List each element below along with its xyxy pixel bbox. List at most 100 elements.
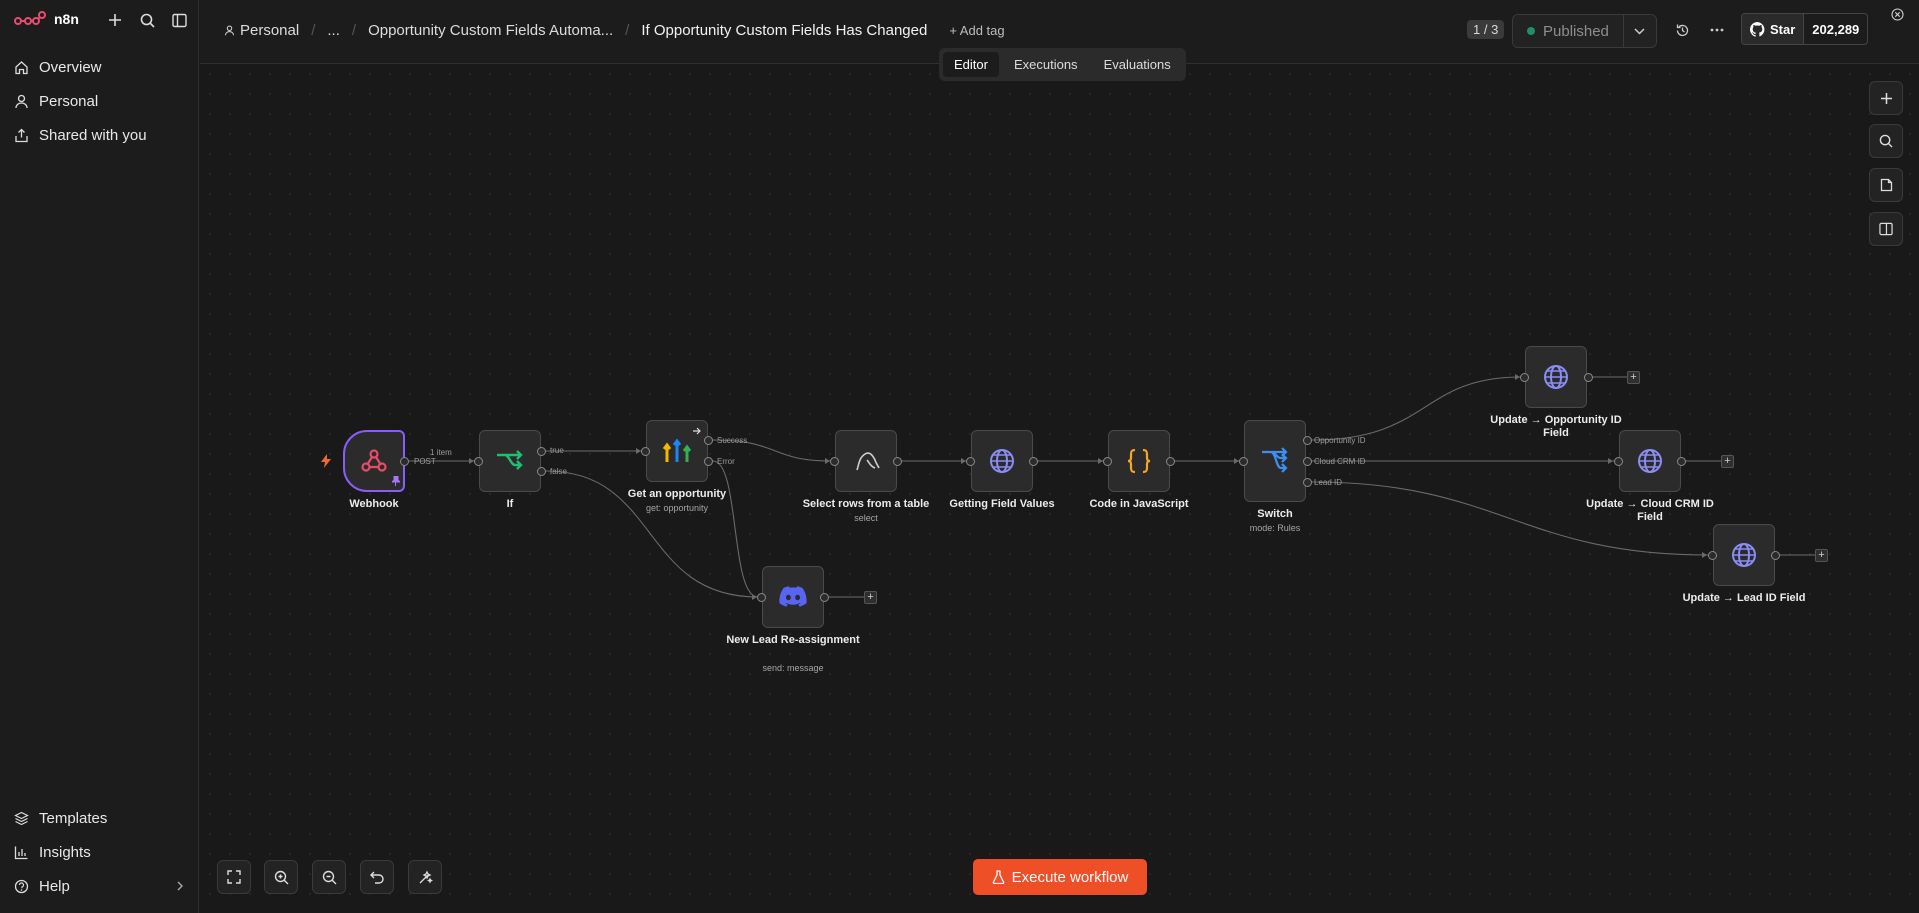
add-icon[interactable] [106,11,124,29]
publish-dropdown[interactable] [1622,15,1656,47]
zoom-out-button[interactable] [312,860,346,894]
output-handle-lead[interactable] [1303,478,1312,487]
add-tag-button[interactable]: + Add tag [949,23,1004,38]
input-handle[interactable] [830,457,839,466]
output-handle[interactable] [400,457,409,466]
node-label: New Lead Re-assignment [726,634,860,646]
toggle-panel-button[interactable] [1869,212,1903,246]
globe-icon [1544,365,1568,389]
globe-icon [1638,449,1662,473]
output-handle[interactable] [1166,457,1175,466]
input-handle[interactable] [1103,457,1112,466]
breadcrumb: Personal / ... / Opportunity Custom Fiel… [224,22,1005,39]
breadcrumb-personal[interactable]: Personal [240,22,299,39]
output-handle[interactable] [820,593,829,602]
node-update-lead[interactable] [1713,524,1775,586]
close-icon[interactable] [1891,8,1904,26]
zoom-out-icon [322,870,336,884]
share-icon [15,128,28,142]
fit-view-button[interactable] [217,860,251,894]
node-update-crm[interactable] [1619,430,1681,492]
input-handle[interactable] [1520,373,1529,382]
sidebar-item-templates[interactable]: Templates [14,807,107,829]
globe-icon [990,449,1014,473]
add-node-button[interactable]: + [864,591,877,604]
output-handle[interactable] [1771,551,1780,560]
output-handle[interactable] [1029,457,1038,466]
view-tabs: Editor Executions Evaluations [939,48,1186,81]
input-handle[interactable] [757,593,766,602]
add-node-button[interactable]: + [1815,549,1828,562]
wire-label-success: Success [717,436,748,445]
input-handle[interactable] [474,457,483,466]
tidy-up-button[interactable] [408,860,442,894]
tab-evaluations[interactable]: Evaluations [1093,52,1182,77]
node-select-rows[interactable] [835,430,897,492]
highlevel-icon [662,438,692,462]
output-handle-error[interactable] [704,457,713,466]
node-new-lead-reassignment[interactable] [762,566,824,628]
node-sublabel: mode: Rules [1249,523,1301,533]
undo-button[interactable] [360,860,394,894]
node-update-opportunity[interactable] [1525,346,1587,408]
add-node-panel-button[interactable] [1869,81,1903,115]
github-star-label: Star [1770,21,1796,37]
breadcrumb-ellipsis[interactable]: ... [327,22,340,39]
more-options-icon[interactable] [1707,20,1727,40]
published-button[interactable]: Published [1513,15,1623,47]
node-get-opportunity[interactable] [646,420,708,482]
input-handle[interactable] [1708,551,1717,560]
sidebar-item-insights[interactable]: Insights [14,841,91,863]
arrow-right-icon [693,427,701,435]
wire-label-opp-id: Opportunity ID [1314,436,1366,445]
node-getting-field-values[interactable] [971,430,1033,492]
output-handle[interactable] [1584,373,1593,382]
node-if[interactable] [479,430,541,492]
sidebar-item-label: Personal [39,92,99,110]
sticky-note-button[interactable] [1869,168,1903,202]
input-handle[interactable] [1614,457,1623,466]
sidebar-item-shared[interactable]: Shared with you [14,124,147,146]
execute-workflow-button[interactable]: Execute workflow [973,859,1147,895]
node-label: Get an opportunity [627,488,727,500]
execute-workflow-label: Execute workflow [1011,868,1129,886]
output-handle[interactable] [1677,457,1686,466]
github-star-button[interactable]: Star 202,289 [1741,13,1869,45]
webhook-icon [361,449,387,472]
output-handle-success[interactable] [704,436,713,445]
output-handle-crm[interactable] [1303,457,1312,466]
input-handle[interactable] [966,457,975,466]
node-label: If [506,498,514,510]
node-webhook[interactable] [343,430,405,492]
workflow-title[interactable]: If Opportunity Custom Fields Has Changed [641,22,927,39]
history-icon[interactable] [1672,20,1692,40]
sidebar-item-label: Insights [39,843,91,861]
version-pager[interactable]: 1 / 3 [1467,20,1505,39]
search-nodes-button[interactable] [1869,124,1903,158]
node-switch[interactable] [1244,420,1306,502]
output-handle-true[interactable] [537,447,546,456]
sidebar: n8n Overview Personal Shared with you Te… [0,0,199,913]
chevron-right-icon [177,881,183,891]
tab-editor[interactable]: Editor [943,52,999,77]
node-label: Select rows from a table [802,498,930,510]
input-handle[interactable] [1239,457,1248,466]
output-handle-false[interactable] [537,467,546,476]
input-handle[interactable] [641,447,650,456]
tab-executions[interactable]: Executions [1003,52,1089,77]
node-code-js[interactable] [1108,430,1170,492]
n8n-logo[interactable]: n8n [14,11,79,27]
sidebar-item-overview[interactable]: Overview [14,56,102,78]
add-node-button[interactable]: + [1721,455,1734,468]
sidebar-item-personal[interactable]: Personal [14,90,98,112]
output-handle-opp[interactable] [1303,436,1312,445]
output-handle[interactable] [893,457,902,466]
sidebar-item-help[interactable]: Help [14,875,184,897]
breadcrumb-folder[interactable]: Opportunity Custom Fields Automa... [368,22,613,39]
zoom-in-button[interactable] [264,860,298,894]
wire-label-false: false [550,467,567,476]
zoom-in-icon [274,870,288,884]
search-icon[interactable] [138,11,156,29]
add-node-button[interactable]: + [1627,371,1640,384]
sidebar-toggle-icon[interactable] [170,11,188,29]
